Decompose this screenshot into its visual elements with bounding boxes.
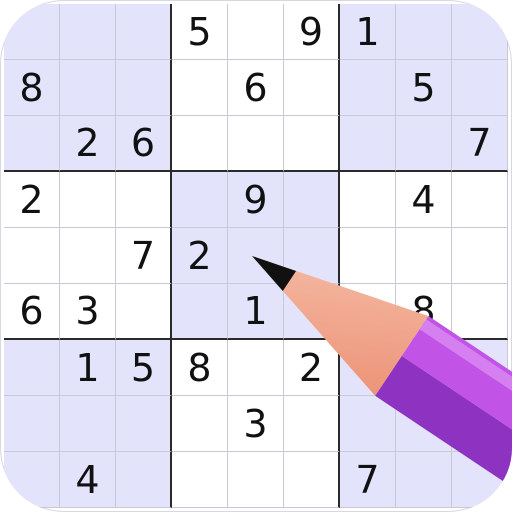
sudoku-app-icon: 5918652672947263181582347 (0, 0, 512, 512)
pencil-icon (252, 256, 512, 512)
